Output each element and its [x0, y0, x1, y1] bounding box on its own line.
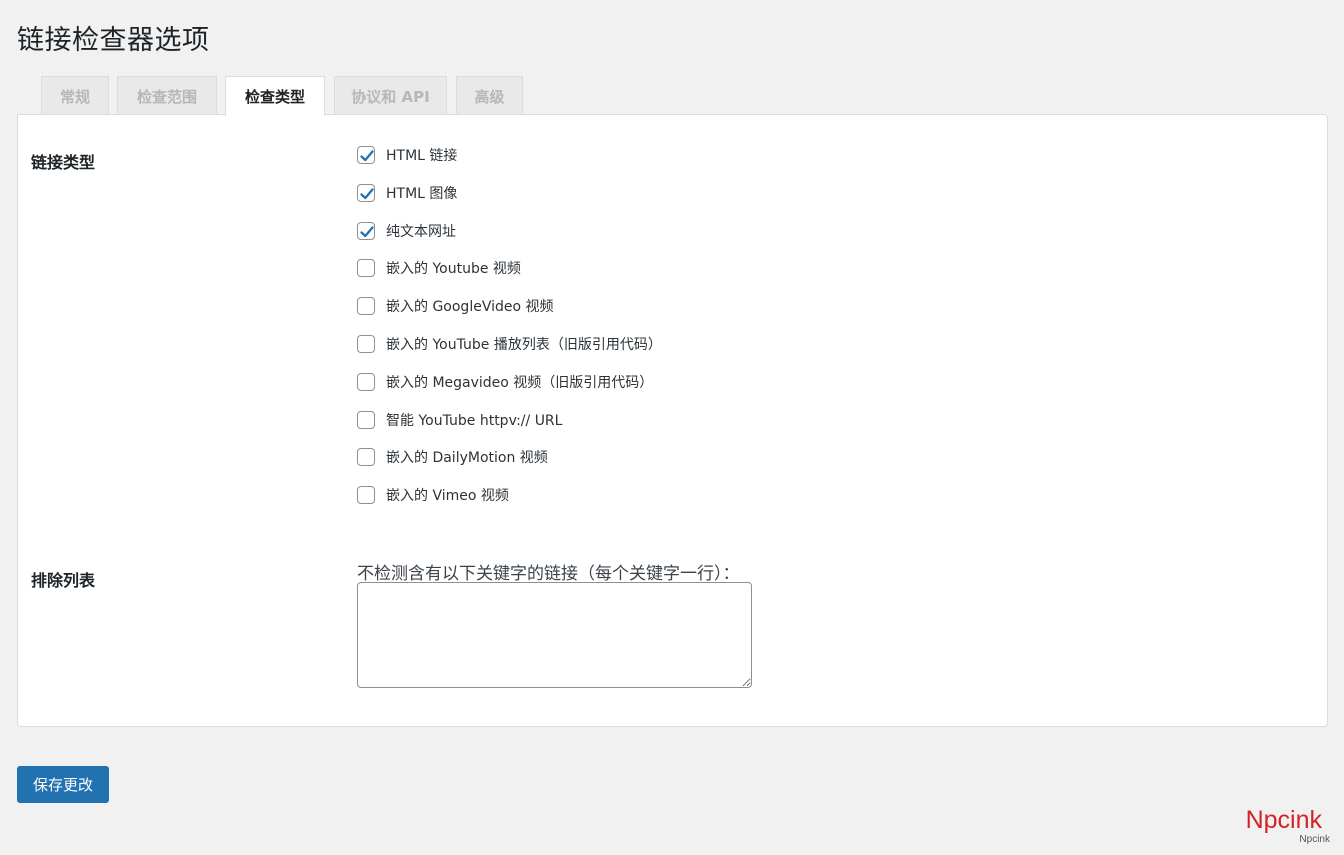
link-type-option[interactable]: 纯文本网址	[357, 220, 456, 242]
link-types-label: 链接类型	[31, 153, 96, 172]
checkbox-unchecked[interactable]	[357, 335, 375, 353]
link-type-label: 嵌入的 Youtube 视频	[386, 261, 521, 277]
checkmark-icon	[360, 150, 374, 162]
checkbox-unchecked[interactable]	[357, 297, 375, 315]
exclusion-hint: 不检测含有以下关键字的链接（每个关键字一行）：	[357, 564, 740, 584]
tab-protocols-api[interactable]: 协议和 API	[334, 76, 447, 114]
link-type-option[interactable]: 嵌入的 Youtube 视频	[357, 257, 521, 279]
link-type-label: HTML 图像	[386, 186, 458, 202]
link-type-label: 嵌入的 Vimeo 视频	[386, 488, 509, 504]
link-type-option[interactable]: 嵌入的 Vimeo 视频	[357, 484, 509, 506]
link-type-option[interactable]: 嵌入的 YouTube 播放列表（旧版引用代码）	[357, 333, 662, 355]
checkbox-checked[interactable]	[357, 184, 375, 202]
watermark-main: Npcink	[1245, 806, 1322, 834]
checkmark-icon	[360, 188, 374, 200]
link-type-option[interactable]: 嵌入的 DailyMotion 视频	[357, 446, 548, 468]
link-type-label: 嵌入的 GoogleVideo 视频	[386, 299, 554, 315]
checkbox-checked[interactable]	[357, 146, 375, 164]
watermark: Npcink Npcink	[1245, 806, 1330, 846]
link-type-option[interactable]: HTML 图像	[357, 182, 457, 204]
checkmark-icon	[360, 226, 374, 238]
exclusion-textarea[interactable]	[357, 582, 752, 688]
checkbox-checked[interactable]	[357, 222, 375, 240]
save-button[interactable]: 保存更改	[17, 766, 109, 803]
link-type-option[interactable]: 嵌入的 Megavideo 视频（旧版引用代码）	[357, 371, 653, 393]
link-type-option[interactable]: HTML 链接	[357, 144, 457, 166]
link-type-label: 智能 YouTube httpv:// URL	[386, 413, 563, 429]
checkbox-unchecked[interactable]	[357, 411, 375, 429]
page-title: 链接检查器选项	[17, 25, 210, 56]
link-type-label: 纯文本网址	[386, 224, 456, 240]
checkbox-unchecked[interactable]	[357, 259, 375, 277]
link-type-option[interactable]: 嵌入的 GoogleVideo 视频	[357, 295, 554, 317]
link-type-label: 嵌入的 DailyMotion 视频	[386, 450, 548, 466]
checkbox-unchecked[interactable]	[357, 448, 375, 466]
link-type-label: HTML 链接	[386, 148, 458, 164]
link-type-label: 嵌入的 Megavideo 视频（旧版引用代码）	[386, 375, 654, 391]
watermark-sub: Npcink	[1299, 834, 1330, 845]
exclusion-label: 排除列表	[31, 571, 96, 590]
link-type-label: 嵌入的 YouTube 播放列表（旧版引用代码）	[386, 337, 662, 353]
settings-panel: 链接类型 HTML 链接 HTML 图像 纯文本网址 嵌入的 Youtube 视频 嵌入…	[17, 114, 1328, 727]
tab-scope[interactable]: 检查范围	[117, 76, 217, 114]
tab-advanced[interactable]: 高级	[456, 76, 523, 114]
checkbox-unchecked[interactable]	[357, 373, 375, 391]
link-type-option[interactable]: 智能 YouTube httpv:// URL	[357, 409, 562, 431]
tab-check-types[interactable]: 检查类型	[225, 76, 325, 116]
tab-general[interactable]: 常规	[41, 76, 109, 114]
checkbox-unchecked[interactable]	[357, 486, 375, 504]
